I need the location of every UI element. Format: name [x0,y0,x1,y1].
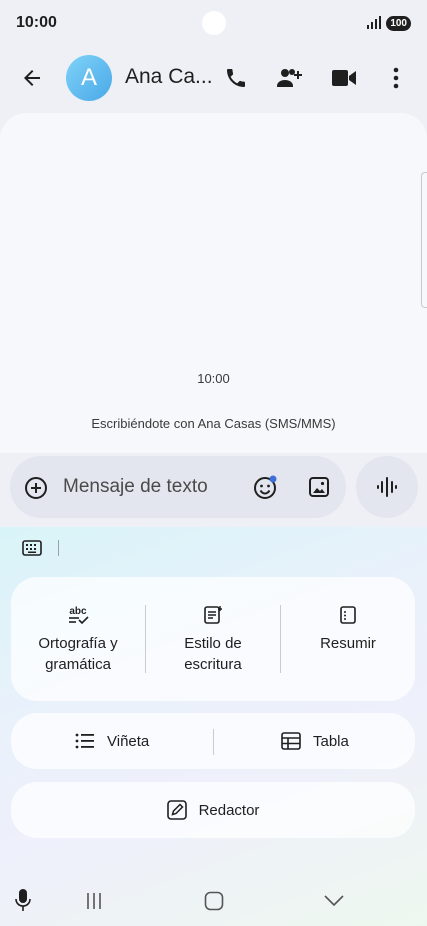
conversation-area [0,113,427,453]
voice-message-button[interactable] [356,456,418,518]
svg-text:abc: abc [69,606,87,617]
keyboard-toolbar [22,540,59,556]
phone-icon[interactable] [222,64,250,92]
message-composer[interactable]: Mensaje de texto [10,456,346,518]
compose-icon [166,800,187,820]
more-vert-icon[interactable] [388,64,404,92]
summarize-button[interactable]: Resumir [281,577,415,701]
avatar[interactable]: A [66,55,112,101]
message-input[interactable]: Mensaje de texto [63,476,208,498]
spelling-grammar-button[interactable]: abc Ortografía y gramática [11,577,145,701]
avatar-letter: A [80,64,97,91]
bullet-list-label: Viñeta [107,732,150,750]
bullet-list-icon [75,733,94,749]
video-call-icon[interactable] [330,64,358,92]
conversation-info: Escribiéndote con Ana Casas (SMS/MMS) [91,416,336,431]
bullet-list-button[interactable]: Viñeta [75,713,149,769]
table-label: Tabla [313,732,349,750]
app-bar: A Ana Ca... [0,52,427,104]
battery-icon: 100 [386,15,411,31]
table-icon [281,732,301,750]
tool-label: Ortografía y gramática [38,635,118,673]
tool-label: Resumir [320,635,376,652]
tool-label: Estilo de escritura [184,635,242,673]
summary-icon [340,606,356,624]
spellcheck-icon: abc [69,606,89,625]
signal-icon [367,16,382,29]
collapse-keyboard-icon[interactable] [322,890,346,912]
format-card: Viñeta Tabla [11,713,415,769]
recents-icon[interactable] [82,890,106,912]
status-indicators: 100 [366,15,411,31]
keyboard-icon[interactable] [22,540,42,556]
navigation-bar [0,880,427,920]
camera-cutout [202,11,226,35]
writing-style-icon [204,606,222,624]
contact-name[interactable]: Ana Ca... [125,65,213,89]
status-time: 10:00 [16,14,57,31]
toolbar-divider [58,540,59,556]
add-circle-icon[interactable] [23,475,49,501]
scroll-handle[interactable] [421,172,427,308]
back-arrow-icon[interactable] [18,65,46,91]
emoji-icon[interactable] [252,473,280,501]
redactor-label: Redactor [198,801,260,819]
mic-icon[interactable] [12,886,34,914]
add-contact-icon[interactable] [274,64,306,92]
gallery-icon[interactable] [306,474,332,500]
redactor-button[interactable]: Redactor [11,782,415,838]
message-timestamp: 10:00 [197,371,230,386]
writing-style-button[interactable]: Estilo de escritura [146,577,280,701]
table-button[interactable]: Tabla [281,713,349,769]
home-icon[interactable] [202,889,226,913]
format-divider [213,729,214,755]
voice-wave-icon [377,477,397,497]
writing-tools-card: abc Ortografía y gramática Estilo de esc… [11,577,415,701]
